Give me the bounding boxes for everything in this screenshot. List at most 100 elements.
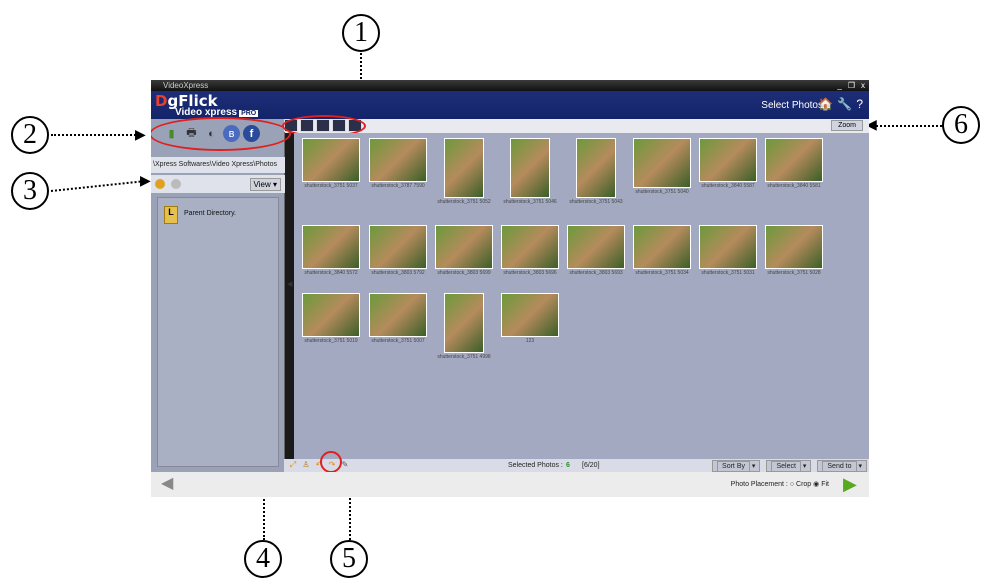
sort-by-button[interactable]: Sort By ▾ — [712, 460, 761, 472]
photo-thumbnail[interactable]: shutterstock_3751 5037 — [299, 138, 363, 189]
photo-thumbnail[interactable]: shutterstock_3751 5031 — [696, 225, 760, 276]
callout-3-arrow: ▶ — [140, 173, 151, 189]
parent-directory-icon[interactable]: L — [164, 206, 178, 224]
photo-thumbnail[interactable]: shutterstock_3803 5696 — [498, 225, 562, 276]
folder-nav: View ▾ — [151, 175, 285, 193]
photo-thumbnail[interactable]: shutterstock_3803 5699 — [432, 225, 496, 276]
photo-image[interactable] — [501, 293, 559, 337]
callout-2-arrow: ▶ — [135, 127, 146, 143]
app-header: DgFlick Video xpress PRO Select Photos 🏠 … — [151, 91, 869, 119]
photo-label: shutterstock_3840 5572 — [304, 270, 358, 276]
share-highlight — [151, 117, 291, 151]
wrench-icon[interactable]: 🔧 — [837, 97, 852, 111]
bottom-actions: Sort By ▾ Select ▾ Send to ▾ — [712, 460, 867, 472]
header-icons: 🏠 🔧 ? — [818, 97, 863, 111]
callout-6-line — [872, 125, 942, 127]
photo-image[interactable] — [369, 293, 427, 337]
view-dropdown[interactable]: View ▾ — [249, 178, 281, 191]
photo-thumbnail[interactable]: shutterstock_3840 5587 — [696, 138, 760, 189]
photo-image[interactable] — [510, 138, 550, 198]
parent-directory-label[interactable]: Parent Directory. — [184, 210, 236, 217]
callout-6: 6 — [942, 106, 980, 144]
photo-thumbnail[interactable]: shutterstock_3751 5028 — [762, 225, 826, 276]
photo-image[interactable] — [369, 225, 427, 269]
photo-image[interactable] — [302, 293, 360, 337]
photo-image[interactable] — [369, 138, 427, 182]
window-title: VideoXpress — [163, 81, 209, 90]
left-panel: ▮ 🖶 ◐ ʙ f \Xpress Softwares\Video Xpress… — [151, 117, 291, 472]
photo-label: shutterstock_3751 5052 — [437, 199, 491, 205]
forward-folder-button[interactable] — [171, 179, 181, 189]
page-title: Select Photos — [761, 100, 823, 111]
zoom-button[interactable]: Zoom — [831, 120, 863, 131]
photo-thumbnail[interactable]: shutterstock_3787 7590 — [366, 138, 430, 189]
photo-image[interactable] — [633, 225, 691, 269]
crop-radio[interactable]: ○ Crop — [790, 481, 811, 488]
minimize-button[interactable]: _ — [837, 80, 841, 91]
fit-radio[interactable]: ◉ Fit — [813, 481, 829, 488]
back-folder-button[interactable] — [155, 179, 165, 189]
folder-path: \Xpress Softwares\Video Xpress\Photos — [151, 157, 285, 173]
help-icon[interactable]: ? — [856, 97, 863, 111]
photo-label: shutterstock_3751 5007 — [371, 338, 425, 344]
photo-label: shutterstock_3751 5040 — [635, 189, 689, 195]
photo-label: shutterstock_3803 5696 — [503, 270, 557, 276]
photo-image[interactable] — [444, 138, 484, 198]
callout-1: 1 — [342, 14, 380, 52]
footer: ◀ Photo Placement : ○ Crop ◉ Fit ▶ — [151, 472, 869, 497]
bottom-bar: ⤢ ♙ ↶ ↷ ✎ Selected Photos : 6 [6/20] Sor… — [284, 451, 869, 473]
photo-thumbnail[interactable]: shutterstock_3751 5034 — [630, 225, 694, 276]
photo-thumbnail[interactable]: shutterstock_3840 5581 — [762, 138, 826, 189]
selected-count: 6 — [566, 462, 570, 469]
photo-image[interactable] — [765, 225, 823, 269]
photo-thumbnail[interactable]: shutterstock_3751 5052 — [432, 138, 496, 205]
photo-thumbnail[interactable]: shutterstock_3751 5043 — [564, 138, 628, 205]
photo-thumbnail[interactable]: shutterstock_3751 4998 — [432, 293, 496, 360]
window-controls: _ ❐ x — [837, 80, 865, 91]
photo-label: shutterstock_3787 7590 — [371, 183, 425, 189]
photo-image[interactable] — [567, 225, 625, 269]
person-icon[interactable]: ♙ — [301, 460, 311, 470]
photo-label: shutterstock_3803 5693 — [569, 270, 623, 276]
close-button[interactable]: x — [861, 80, 865, 91]
back-arrow-icon[interactable]: ◀ — [161, 476, 179, 492]
callout-3-line — [50, 180, 145, 192]
photo-label: 123 — [525, 338, 535, 344]
photo-image[interactable] — [633, 138, 691, 188]
next-arrow-icon[interactable]: ▶ — [843, 475, 861, 493]
photo-image[interactable] — [435, 225, 493, 269]
photo-thumbnail[interactable]: shutterstock_3751 5040 — [630, 138, 694, 195]
photo-placement: Photo Placement : ○ Crop ◉ Fit — [730, 481, 829, 488]
maximize-button[interactable]: ❐ — [848, 80, 855, 91]
photo-thumbnail[interactable]: shutterstock_3751 5046 — [498, 138, 562, 205]
photo-label: shutterstock_3803 5699 — [437, 270, 491, 276]
callout-2: 2 — [11, 116, 49, 154]
photo-image[interactable] — [302, 225, 360, 269]
photo-thumbnail[interactable]: shutterstock_3751 5007 — [366, 293, 430, 344]
photo-image[interactable] — [501, 225, 559, 269]
photo-thumbnail[interactable]: 123 — [498, 293, 562, 344]
selected-fraction: [6/20] — [582, 462, 600, 469]
photo-label: shutterstock_3751 5028 — [767, 270, 821, 276]
select-button[interactable]: Select ▾ — [766, 460, 812, 472]
callout-3: 3 — [11, 172, 49, 210]
selected-photos-label: Selected Photos : — [508, 462, 563, 469]
photo-image[interactable] — [576, 138, 616, 198]
photo-image[interactable] — [765, 138, 823, 182]
rotate-highlight — [320, 451, 342, 473]
photo-thumbnail[interactable]: shutterstock_3803 5792 — [366, 225, 430, 276]
photo-thumbnail[interactable]: shutterstock_3751 5019 — [299, 293, 363, 344]
photo-thumbnail[interactable]: shutterstock_3840 5572 — [299, 225, 363, 276]
send-to-button[interactable]: Send to ▾ — [817, 460, 867, 472]
photo-image[interactable] — [699, 225, 757, 269]
photo-image[interactable] — [699, 138, 757, 182]
callout-2-line — [51, 134, 139, 136]
resize-icon[interactable]: ⤢ — [288, 460, 298, 470]
photo-grid: shutterstock_3751 5037 shutterstock_3787 … — [294, 133, 869, 459]
photo-image[interactable] — [444, 293, 484, 353]
collapse-panel-icon[interactable]: ◀ — [287, 280, 292, 288]
photo-label: shutterstock_3751 5034 — [635, 270, 689, 276]
photo-thumbnail[interactable]: shutterstock_3803 5693 — [564, 225, 628, 276]
photo-image[interactable] — [302, 138, 360, 182]
home-icon[interactable]: 🏠 — [818, 97, 833, 111]
